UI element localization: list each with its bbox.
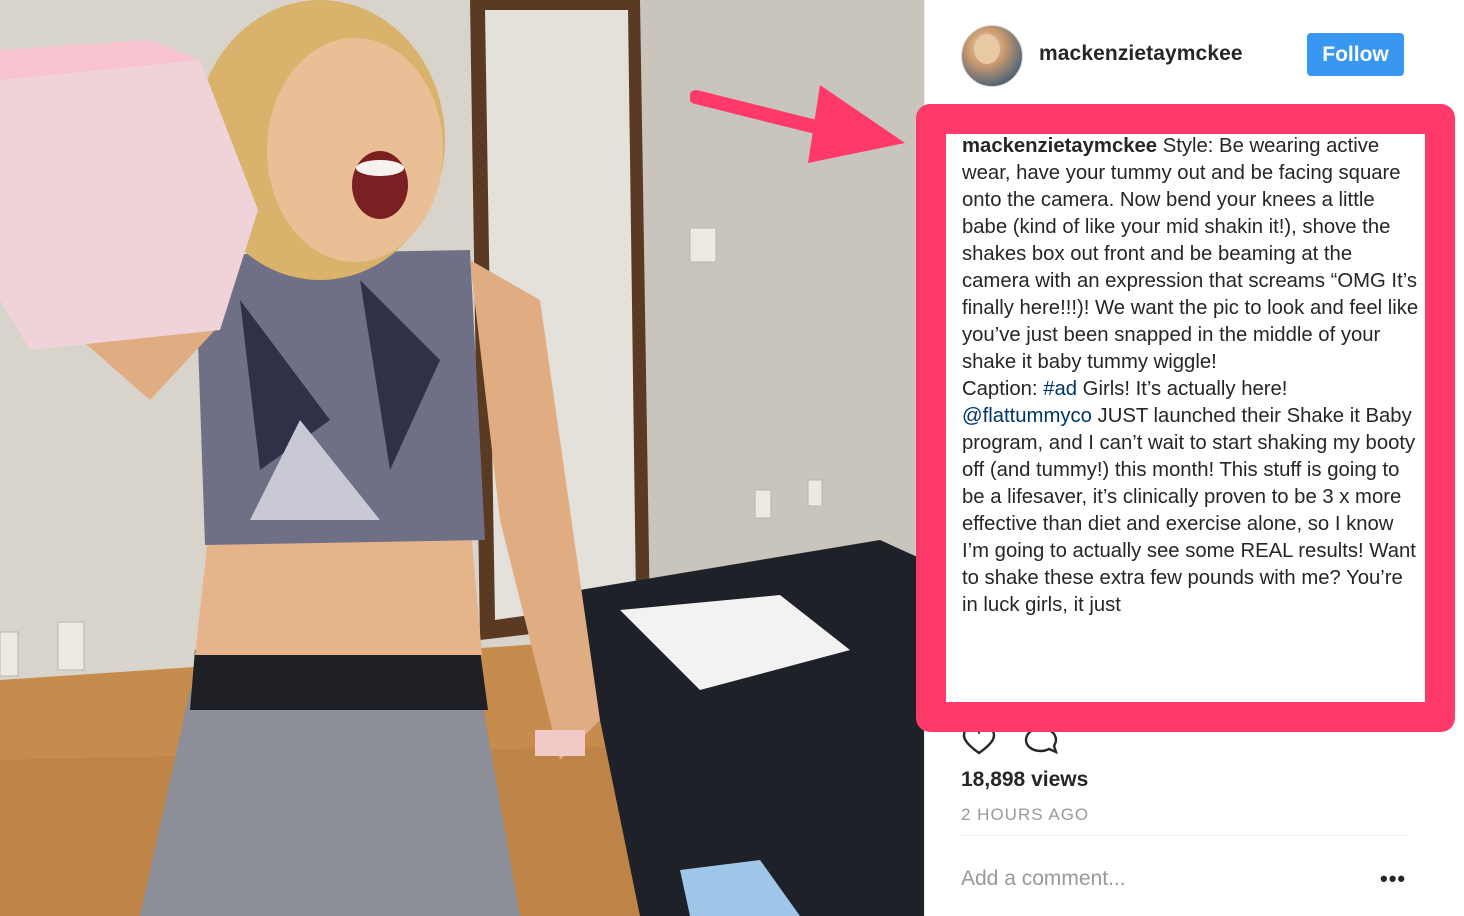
- profile-avatar[interactable]: [961, 25, 1023, 87]
- caption-username[interactable]: mackenzietaymckee: [962, 135, 1157, 157]
- heart-icon[interactable]: [961, 725, 997, 755]
- arrow-annotation: [690, 85, 905, 163]
- post-side-panel: mackenzietaymckee Follow mackenzietaymck…: [924, 0, 1464, 916]
- post-header: mackenzietaymckee Follow: [925, 0, 1464, 110]
- comment-input[interactable]: [961, 862, 1361, 896]
- caption-body-text: JUST launched their Shake it Baby progra…: [962, 405, 1416, 616]
- divider: [961, 835, 1406, 836]
- more-options-icon[interactable]: •••: [1380, 866, 1406, 892]
- post-username[interactable]: mackenzietaymckee: [1039, 42, 1243, 66]
- post-actions: [961, 725, 1081, 755]
- comment-icon[interactable]: [1023, 725, 1059, 755]
- caption-label: Caption:: [962, 378, 1044, 400]
- post-caption: mackenzietaymckee Style: Be wearing acti…: [954, 123, 1427, 706]
- mention-link[interactable]: @flattummyco: [962, 405, 1092, 427]
- post-timestamp[interactable]: 2 HOURS AGO: [961, 805, 1089, 825]
- hashtag-link[interactable]: #ad: [1043, 378, 1077, 400]
- caption-after-hashtag: Girls! It’s actually here!: [1077, 378, 1288, 400]
- follow-button[interactable]: Follow: [1307, 33, 1404, 76]
- view-count: 18,898 views: [961, 768, 1089, 791]
- caption-style-text: Style: Be wearing active wear, have your…: [962, 135, 1419, 373]
